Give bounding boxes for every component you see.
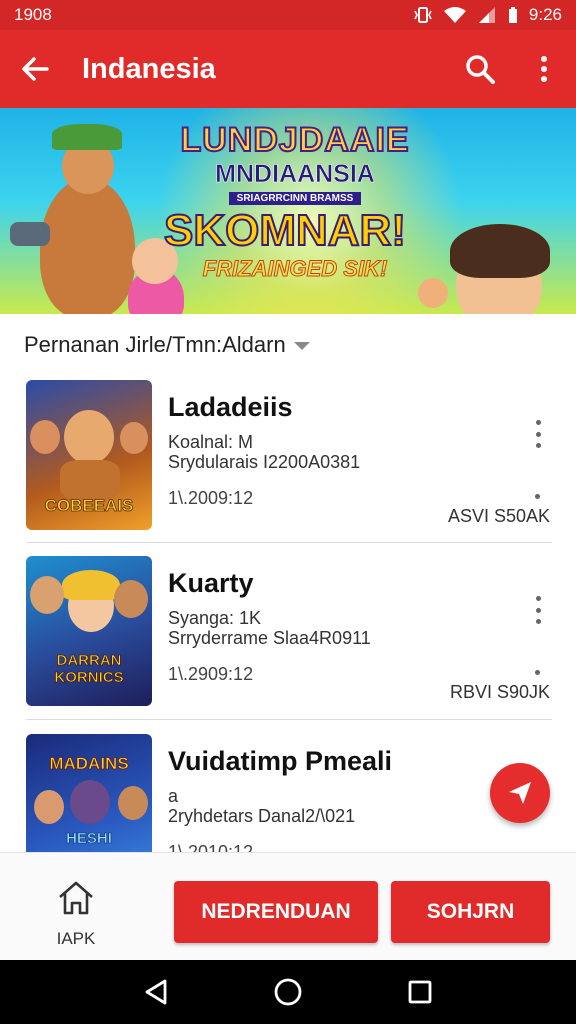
app-meta-secondary: 2ryhdetars Danal2/\021 <box>168 806 356 826</box>
status-time-left: 1908 <box>14 5 52 24</box>
sort-label: Pernanan Jirle/Tmn:Aldarn <box>24 332 286 357</box>
back-button[interactable] <box>0 30 70 108</box>
item-more-button[interactable] <box>526 596 550 624</box>
system-nav-bar <box>0 960 576 1024</box>
app-meta-primary: Syanga: 1K <box>168 608 262 628</box>
nav-back-button[interactable] <box>136 972 176 1012</box>
thumbnail-label: DARRAN KORNICS <box>54 652 124 687</box>
app-meta-primary: Koalnal: M <box>168 432 254 452</box>
secondary-action-button[interactable]: SOHJRN <box>391 881 550 943</box>
nav-home-icon <box>274 978 302 1006</box>
home-icon <box>59 881 93 915</box>
app-meta-primary: a <box>168 786 179 806</box>
primary-action-button[interactable]: NEDRENDUAN <box>174 881 378 943</box>
status-time-right: 9:26 <box>528 5 562 24</box>
promo-banner[interactable]: LUNDJDAAIE MNDIAANSIA SRIAGRRCINN BRAMSS… <box>0 108 576 314</box>
more-vert-icon <box>541 56 547 82</box>
banner-line-2: MNDIAANSIA <box>215 160 375 189</box>
dropdown-caret-icon <box>293 342 310 350</box>
search-icon <box>466 55 495 84</box>
app-name: Kuarty <box>168 568 254 598</box>
thumbnail-label-top: MADAINS <box>49 754 129 774</box>
thumbnail-label: HESHI <box>66 830 112 848</box>
more-options-button[interactable] <box>512 30 576 108</box>
list-item[interactable]: DARRAN KORNICS Kuarty Syanga: 1K Srryder… <box>0 540 576 716</box>
app-bar: Indanesia <box>0 30 576 108</box>
nav-back-icon <box>145 979 167 1005</box>
app-meta-secondary: Srydularais I2200A0381 <box>168 452 361 472</box>
thumbnail-label: COBEEAIS <box>44 496 134 516</box>
vibrate-icon <box>414 7 432 23</box>
battery-icon <box>508 7 517 23</box>
banner-line-5: FRIZAINGED SIK! <box>202 256 388 282</box>
app-thumbnail: COBEEAIS <box>26 380 152 530</box>
banner-character-warrior <box>40 178 135 314</box>
app-name: Vuidatimp Pmeali <box>168 746 393 776</box>
banner-line-4: SKOMNAR! <box>163 206 407 255</box>
sort-dropdown[interactable]: Pernanan Jirle/Tmn:Aldarn <box>24 330 310 360</box>
banner-line-1: LUNDJDAAIE <box>179 121 410 159</box>
arrow-back-icon <box>22 57 49 81</box>
banner-line-3: SRIAGRRCINN BRAMSS <box>228 192 362 205</box>
list-item[interactable]: COBEEAIS Ladadeiis Koalnal: M Srydularai… <box>0 364 576 540</box>
app-thumbnail: DARRAN KORNICS <box>26 556 152 706</box>
app-size: RBVI S90JK <box>449 682 550 702</box>
wifi-icon <box>443 7 466 23</box>
share-fab[interactable] <box>490 763 550 823</box>
send-icon <box>509 782 531 804</box>
signal-icon <box>478 7 495 23</box>
banner-title: LUNDJDAAIE MNDIAANSIA SRIAGRRCINN BRAMSS… <box>150 121 440 282</box>
page-title: Indanesia <box>82 52 216 85</box>
app-date: 1\.2009:12 <box>168 488 254 508</box>
bottom-action-bar: IAPK NEDRENDUAN SOHJRN <box>0 852 576 960</box>
app-size: ASVI S50AK <box>447 506 550 526</box>
search-button[interactable] <box>448 30 512 108</box>
app-meta-secondary: Srryderrame Slaa4R0911 <box>168 628 371 648</box>
home-tab[interactable]: IAPK <box>30 879 122 953</box>
nav-recents-icon <box>408 980 432 1004</box>
status-bar: 1908 9:26 <box>0 0 576 30</box>
app-name: Ladadeiis <box>168 392 293 422</box>
home-tab-label: IAPK <box>56 929 96 948</box>
item-more-button[interactable] <box>526 420 550 448</box>
app-date: 1\.2909:12 <box>168 664 254 684</box>
nav-recents-button[interactable] <box>400 972 440 1012</box>
nav-home-button[interactable] <box>268 972 308 1012</box>
